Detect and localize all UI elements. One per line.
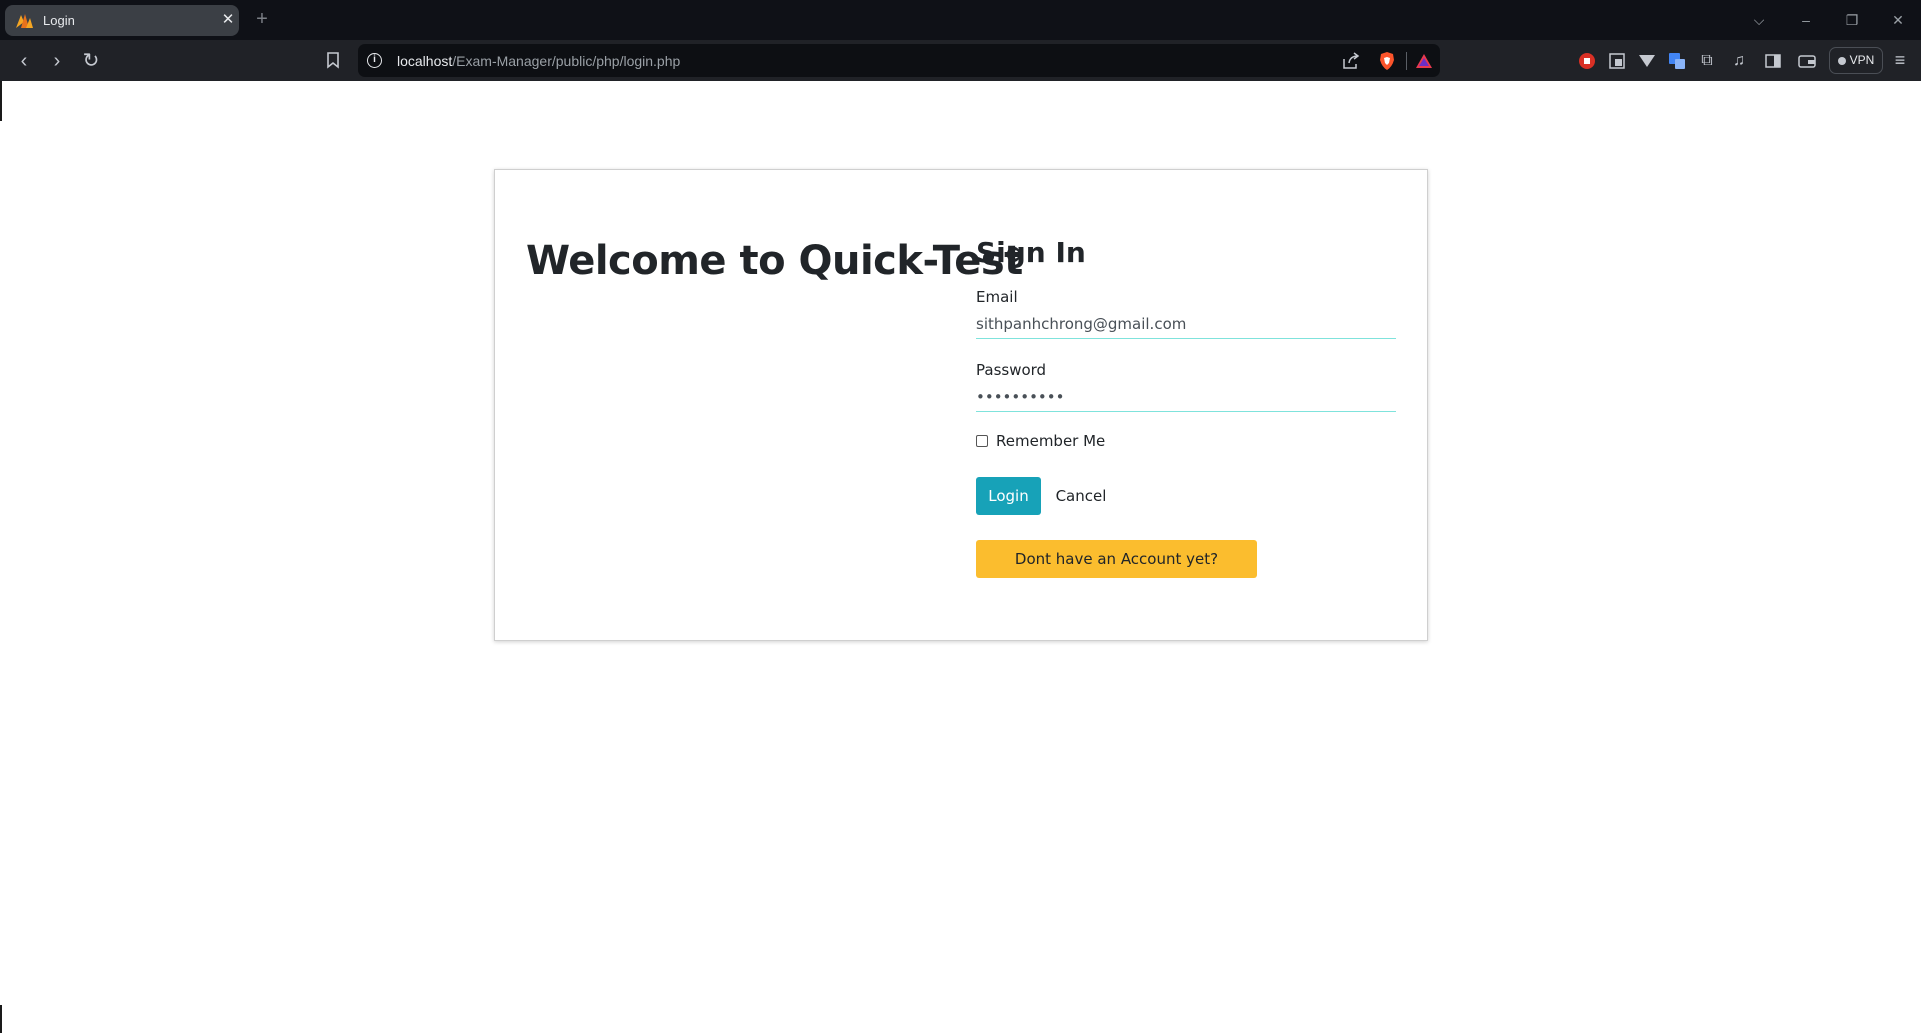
vpn-label: VPN — [1849, 53, 1875, 67]
sidebar-icon[interactable] — [1762, 50, 1784, 72]
browser-tab-login[interactable]: Login ✕ — [5, 5, 239, 36]
url-host: localhost — [397, 53, 453, 69]
browser-tab-bar: Login ✕ + ⌵ – ❐ ✕ — [0, 0, 1921, 40]
hamburger-menu-icon[interactable]: ≡ — [1888, 49, 1912, 71]
remember-me-checkbox[interactable] — [976, 435, 988, 447]
login-card: Welcome to Quick-Test Sign In Email Pass… — [494, 169, 1428, 641]
vpn-button[interactable]: VPN — [1829, 47, 1883, 74]
url-text[interactable]: localhost/Exam-Manager/public/php/login.… — [397, 53, 680, 69]
address-bar[interactable]: i localhost/Exam-Manager/public/php/logi… — [358, 44, 1440, 77]
email-field[interactable] — [976, 309, 1396, 339]
left-edge-mark — [0, 81, 2, 121]
new-tab-icon[interactable]: + — [250, 7, 274, 31]
left-edge-mark-bottom — [0, 1005, 2, 1033]
tab-favicon-icon — [16, 14, 33, 28]
omnibox-divider — [1406, 52, 1407, 70]
tab-list-chevron-icon[interactable]: ⌵ — [1745, 9, 1773, 31]
brave-shield-icon[interactable] — [1377, 51, 1397, 71]
welcome-heading: Welcome to Quick-Test — [526, 238, 1023, 284]
close-window-icon[interactable]: ✕ — [1884, 9, 1912, 31]
back-icon[interactable]: ‹ — [11, 48, 37, 74]
site-info-icon[interactable]: i — [367, 53, 382, 68]
reader-icon[interactable] — [1606, 50, 1628, 72]
password-label: Password — [976, 361, 1047, 379]
share-icon[interactable] — [1341, 51, 1361, 71]
minimize-icon[interactable]: – — [1792, 9, 1820, 31]
vpn-status-icon — [1837, 57, 1846, 65]
tab-title: Login — [43, 13, 75, 28]
restore-icon[interactable]: ❐ — [1838, 9, 1866, 31]
stop-icon[interactable] — [1576, 50, 1598, 72]
page-viewport: Welcome to Quick-Test Sign In Email Pass… — [0, 81, 1921, 1033]
sign-in-form: Sign In Email Password Remember Me Login… — [976, 170, 1398, 640]
extensions-icon[interactable]: ⧉ — [1696, 50, 1718, 72]
reload-icon[interactable]: ↻ — [78, 48, 104, 74]
tab-close-icon[interactable]: ✕ — [218, 10, 238, 30]
password-field[interactable] — [976, 382, 1396, 412]
cancel-button[interactable]: Cancel — [1048, 477, 1114, 515]
remember-me-label[interactable]: Remember Me — [996, 432, 1105, 450]
browser-toolbar: ‹ › ↻ i localhost/Exam-Manager/public/ph… — [0, 40, 1921, 81]
brave-rewards-icon[interactable] — [1414, 51, 1434, 71]
sign-in-title: Sign In — [976, 236, 1086, 269]
register-button[interactable]: Dont have an Account yet? — [976, 540, 1257, 578]
forward-icon[interactable]: › — [44, 48, 70, 74]
translate-icon[interactable] — [1666, 50, 1688, 72]
login-button[interactable]: Login — [976, 477, 1041, 515]
email-label: Email — [976, 288, 1018, 306]
music-icon[interactable]: ♫ — [1728, 50, 1750, 72]
vivaldi-icon[interactable] — [1636, 50, 1658, 72]
url-path: /Exam-Manager/public/php/login.php — [452, 53, 681, 69]
bookmark-icon[interactable] — [324, 51, 342, 69]
wallet-icon[interactable] — [1796, 50, 1818, 72]
